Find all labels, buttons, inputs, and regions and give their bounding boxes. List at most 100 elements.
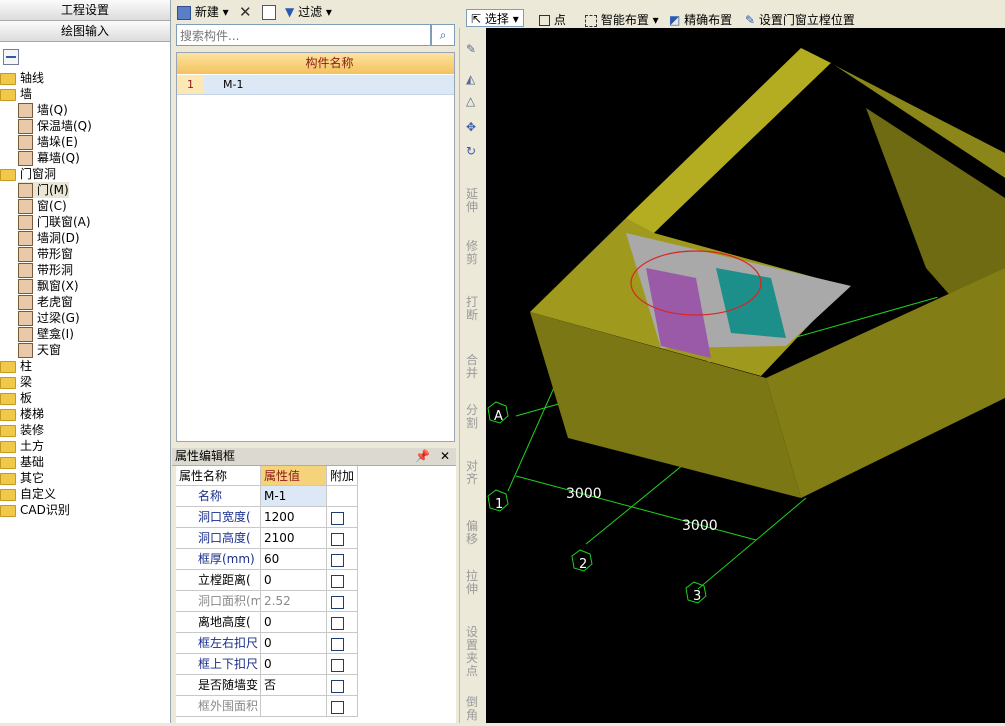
- mirror-icon[interactable]: ◭: [466, 72, 475, 86]
- attach-checkbox[interactable]: [331, 659, 344, 672]
- tree-folder[interactable]: 自定义: [0, 486, 56, 502]
- tree-label: 轴线: [20, 71, 45, 85]
- extend-tool[interactable]: 延伸: [464, 188, 480, 214]
- tree-item[interactable]: 飘窗(X): [18, 278, 79, 294]
- move-icon[interactable]: ✥: [466, 120, 476, 134]
- tree-item[interactable]: 幕墙(Q): [18, 150, 80, 166]
- tree-item[interactable]: 门联窗(A): [18, 214, 91, 230]
- attach-checkbox[interactable]: [331, 575, 344, 588]
- tree-folder[interactable]: 梁: [0, 374, 32, 390]
- attach-checkbox[interactable]: [331, 680, 344, 693]
- tree-item[interactable]: 墙(Q): [18, 102, 68, 118]
- tree-folder[interactable]: CAD识别: [0, 502, 70, 518]
- property-value[interactable]: 2.52: [261, 591, 327, 612]
- tree-item[interactable]: 保温墙(Q): [18, 118, 92, 134]
- tree-folder[interactable]: 其它: [0, 470, 44, 486]
- axis-line-3: [697, 497, 807, 590]
- property-value[interactable]: 60: [261, 549, 327, 570]
- triangle-icon[interactable]: △: [466, 94, 475, 108]
- collapse-all-icon[interactable]: [3, 49, 19, 65]
- tree-folder[interactable]: 墙: [0, 86, 32, 102]
- new-button[interactable]: 新建 ▾: [177, 3, 229, 21]
- tree-folder[interactable]: 楼梯: [0, 406, 44, 422]
- set-grip-tool[interactable]: 设置夹点: [464, 626, 480, 678]
- search-icon[interactable]: ⌕: [431, 24, 455, 46]
- chamfer-tool[interactable]: 倒角: [464, 696, 480, 722]
- tree-item[interactable]: 天窗: [18, 342, 61, 358]
- tree-item[interactable]: 带形洞: [18, 262, 73, 278]
- project-settings-button[interactable]: 工程设置: [0, 0, 170, 21]
- component-icon: [18, 135, 33, 150]
- stretch-tool[interactable]: 拉伸: [464, 570, 480, 596]
- close-icon[interactable]: ✕: [440, 448, 450, 465]
- property-value[interactable]: 0: [261, 654, 327, 675]
- property-value[interactable]: 0: [261, 570, 327, 591]
- tree-item[interactable]: 带形窗: [18, 246, 73, 262]
- property-value[interactable]: 2100: [261, 528, 327, 549]
- set-frame-position-button[interactable]: ✎ 设置门窗立樘位置: [745, 11, 855, 28]
- property-value[interactable]: 否: [261, 675, 327, 696]
- split-tool[interactable]: 分割: [464, 404, 480, 430]
- merge-tool[interactable]: 合并: [464, 354, 480, 380]
- delete-icon[interactable]: ✕: [239, 3, 252, 21]
- tree-item[interactable]: 墙洞(D): [18, 230, 80, 246]
- search-input[interactable]: 搜索构件...: [176, 24, 431, 46]
- property-value[interactable]: [261, 696, 327, 717]
- tree-folder[interactable]: 基础: [0, 454, 44, 470]
- component-icon: [18, 247, 33, 262]
- folder-icon: [0, 168, 16, 181]
- smart-layout-button[interactable]: 智能布置 ▾: [585, 11, 659, 28]
- folder-icon: [0, 88, 16, 101]
- row-component-name: M-1: [223, 78, 244, 91]
- property-name: 立樘距离(: [176, 570, 261, 591]
- point-label: 点: [553, 13, 566, 27]
- trim-tool[interactable]: 修剪: [464, 240, 480, 266]
- precise-layout-button[interactable]: ◩ 精确布置: [669, 11, 732, 28]
- property-value[interactable]: 1200: [261, 507, 327, 528]
- property-value[interactable]: 0: [261, 612, 327, 633]
- select-label: 选择: [484, 12, 509, 26]
- drawing-canvas[interactable]: A 1 2 3 3000 3000: [486, 28, 1005, 723]
- drawing-input-button[interactable]: 绘图输入: [0, 21, 170, 42]
- tree-item[interactable]: 过梁(G): [18, 310, 80, 326]
- copy-icon[interactable]: [262, 3, 276, 21]
- set-frame-position-label: 设置门窗立樘位置: [758, 13, 855, 27]
- break-tool[interactable]: 打断: [464, 296, 480, 322]
- header-attr-extra: 附加: [327, 466, 358, 486]
- attach-checkbox[interactable]: [331, 701, 344, 714]
- attach-checkbox[interactable]: [331, 617, 344, 630]
- tree-folder[interactable]: 土方: [0, 438, 44, 454]
- column-header-name[interactable]: 构件名称: [205, 53, 454, 74]
- folder-icon: [0, 408, 16, 421]
- tree-item[interactable]: 壁龛(I): [18, 326, 74, 342]
- property-name: 洞口高度(: [176, 528, 261, 549]
- attach-checkbox[interactable]: [331, 533, 344, 546]
- offset-tool[interactable]: 偏移: [464, 520, 480, 546]
- row-number: 1: [177, 75, 204, 94]
- property-value[interactable]: M-1: [261, 486, 327, 507]
- tree-label: 门联窗(A): [37, 215, 91, 229]
- attach-checkbox[interactable]: [331, 596, 344, 609]
- pin-icon[interactable]: 📌: [415, 448, 430, 465]
- tree-item[interactable]: 墙垛(E): [18, 134, 78, 150]
- attach-checkbox[interactable]: [331, 638, 344, 651]
- tree-item[interactable]: 窗(C): [18, 198, 67, 214]
- attach-checkbox[interactable]: [331, 554, 344, 567]
- tree-item[interactable]: 老虎窗: [18, 294, 73, 310]
- rotate-icon[interactable]: ↻: [466, 144, 476, 158]
- tree-folder[interactable]: 柱: [0, 358, 32, 374]
- tree-folder[interactable]: 门窗洞: [0, 166, 56, 182]
- tree-item[interactable]: 门(M): [18, 182, 69, 198]
- pen-icon[interactable]: ✎: [466, 42, 476, 56]
- tree-folder[interactable]: 装修: [0, 422, 44, 438]
- folder-icon: [0, 392, 16, 405]
- filter-button[interactable]: ▼ 过滤 ▾: [285, 3, 332, 21]
- attach-checkbox[interactable]: [331, 512, 344, 525]
- property-value[interactable]: 0: [261, 633, 327, 654]
- select-dropdown[interactable]: ⇱ 选择 ▾: [466, 9, 524, 27]
- tree-folder[interactable]: 板: [0, 390, 32, 406]
- point-button[interactable]: 点: [539, 11, 566, 28]
- list-row[interactable]: [177, 75, 454, 95]
- tree-folder[interactable]: 轴线: [0, 70, 44, 86]
- align-tool[interactable]: 对齐: [464, 460, 480, 486]
